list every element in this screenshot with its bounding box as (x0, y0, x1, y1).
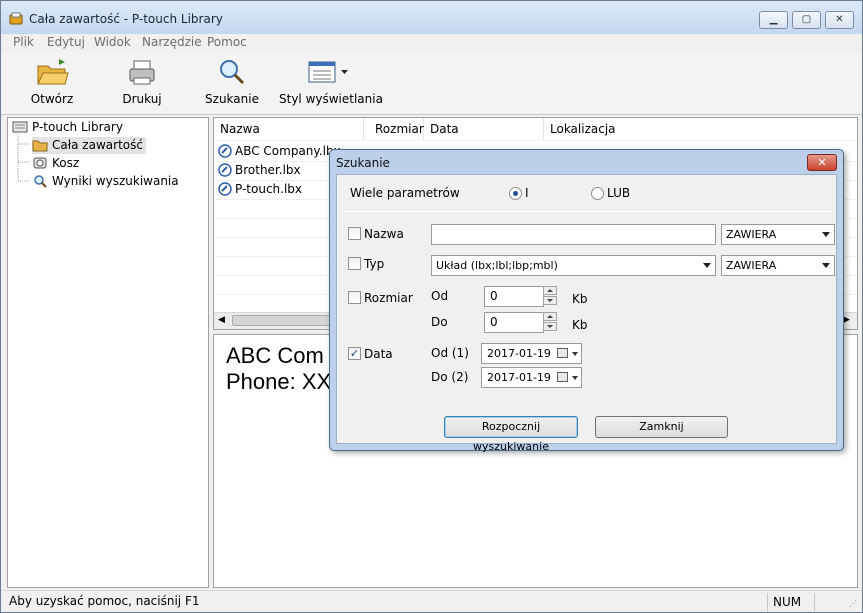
maximize-button[interactable]: ▢ (792, 11, 821, 29)
name-operator-select[interactable]: ZAWIERA (721, 224, 835, 245)
magnifier-icon (220, 60, 245, 85)
dialog-title: Szukanie (336, 156, 390, 170)
folder-tree: P-touch Library Cała zawartość Kosz Wyni… (7, 117, 209, 588)
size-checkbox[interactable] (348, 291, 361, 304)
dialog-body: Wiele parametrów I LUB Nazwa ZAWIERA Typ… (336, 174, 837, 453)
size-from-unit: Kb (572, 292, 588, 306)
type-operator-select[interactable]: ZAWIERA (721, 255, 835, 276)
scroll-left-icon[interactable]: ◀ (218, 315, 225, 325)
list-item[interactable]: P-touch.lbx (218, 180, 302, 199)
menu-bar: Plik Edytuj Widok Narzędzie Pomoc (1, 34, 862, 52)
view-style-icon (308, 61, 348, 83)
print-button[interactable]: Drukuj (117, 56, 167, 112)
column-header-location[interactable]: Lokalizacja (544, 118, 857, 140)
size-from-label: Od (431, 289, 449, 303)
radio-and-label: I (525, 186, 529, 200)
column-header-name[interactable]: Nazwa (214, 118, 364, 140)
tree-lines (17, 134, 30, 182)
size-from-spin-up[interactable] (543, 286, 557, 295)
num-lock-indicator: NUM (767, 593, 815, 611)
search-dialog: Szukanie ✕ Wiele parametrów I LUB Nazwa … (329, 149, 844, 453)
date-from-picker[interactable]: 2017-01-19 (481, 343, 582, 364)
date-from-label: Od (1) (431, 346, 469, 360)
app-window: Cała zawartość - P-touch Library ▁ ▢ ✕ P… (0, 0, 863, 613)
name-checkbox[interactable] (348, 227, 361, 240)
date-label: Data (364, 347, 393, 361)
size-from-input[interactable]: 0 (484, 286, 544, 307)
column-header-size[interactable]: Rozmiar (364, 118, 424, 140)
dialog-close-button[interactable]: ✕ (807, 154, 837, 171)
lbx-file-icon (218, 182, 232, 196)
minimize-button[interactable]: ▁ (759, 11, 788, 29)
menu-pomoc[interactable]: Pomoc (207, 35, 247, 49)
menu-narzedzie[interactable]: Narzędzie (142, 35, 202, 49)
tree-item-trash[interactable]: Kosz (32, 155, 79, 172)
list-item[interactable]: ABC Company.lbx (218, 142, 341, 161)
name-input[interactable] (431, 224, 716, 245)
chevron-down-icon (572, 376, 578, 380)
preview-line: Phone: XX (226, 369, 332, 394)
multi-params-label: Wiele parametrów (350, 186, 460, 200)
tree-item-search-results[interactable]: Wyniki wyszukiwania (32, 173, 179, 190)
window-title: Cała zawartość - P-touch Library (29, 12, 223, 26)
size-from-spin-down[interactable] (543, 296, 557, 305)
tree-item-all-content[interactable]: Cała zawartość (32, 137, 146, 154)
chevron-down-icon (822, 263, 830, 268)
size-to-input[interactable]: 0 (484, 312, 544, 333)
date-checkbox[interactable]: ✓ (348, 347, 361, 360)
list-item[interactable]: Brother.lbx (218, 161, 301, 180)
lbx-file-icon (218, 163, 232, 177)
name-label: Nazwa (364, 227, 404, 241)
size-to-spin-up[interactable] (543, 312, 557, 321)
type-label: Typ (364, 257, 385, 271)
radio-or[interactable] (591, 187, 604, 200)
type-checkbox[interactable] (348, 257, 361, 270)
size-label: Rozmiar (364, 291, 413, 305)
chevron-down-icon (822, 232, 830, 237)
grid-line (214, 140, 857, 141)
search-button[interactable]: Szukanie (203, 56, 261, 112)
date-to-label: Do (2) (431, 370, 469, 384)
calendar-icon[interactable] (557, 372, 568, 382)
menu-widok[interactable]: Widok (94, 35, 131, 49)
separator (344, 211, 832, 212)
open-button[interactable]: Otwórz (25, 56, 79, 112)
chevron-down-icon (572, 352, 578, 356)
chevron-down-icon (703, 263, 711, 268)
dialog-close-text-button[interactable]: Zamknij (595, 416, 728, 438)
type-select[interactable]: Układ (lbx;lbl;lbp;mbl) (431, 255, 716, 276)
close-window-button[interactable]: ✕ (825, 11, 854, 29)
view-style-button[interactable]: Styl wyświetlania (279, 56, 383, 112)
size-to-spin-down[interactable] (543, 322, 557, 331)
title-bar: Cała zawartość - P-touch Library ▁ ▢ ✕ (1, 1, 862, 34)
start-search-button[interactable]: Rozpocznij wyszukiwanie (444, 416, 578, 453)
date-to-picker[interactable]: 2017-01-19 (481, 367, 582, 388)
column-header-date[interactable]: Data (424, 118, 544, 140)
radio-or-label: LUB (607, 186, 631, 200)
status-bar: Aby uzyskać pomoc, naciśnij F1 NUM ⋰ (1, 590, 862, 612)
menu-edytuj[interactable]: Edytuj (47, 35, 85, 49)
toolbar: Otwórz Drukuj Szukanie Styl wyświetlania (1, 52, 862, 115)
scroll-right-icon[interactable]: ▶ (843, 315, 850, 325)
size-to-label: Do (431, 315, 448, 329)
preview-line: ABC Com (226, 343, 324, 368)
resize-grip-icon[interactable]: ⋰ (849, 599, 857, 608)
calendar-icon[interactable] (557, 348, 568, 358)
menu-plik[interactable]: Plik (13, 35, 34, 49)
radio-and[interactable] (509, 187, 522, 200)
scroll-thumb[interactable] (232, 315, 342, 326)
ptouch-app-icon (9, 12, 23, 25)
size-to-unit: Kb (572, 318, 588, 332)
lbx-file-icon (218, 144, 232, 158)
open-folder-icon (37, 59, 69, 85)
status-help-text: Aby uzyskać pomoc, naciśnij F1 (9, 594, 200, 608)
printer-icon (129, 60, 155, 85)
